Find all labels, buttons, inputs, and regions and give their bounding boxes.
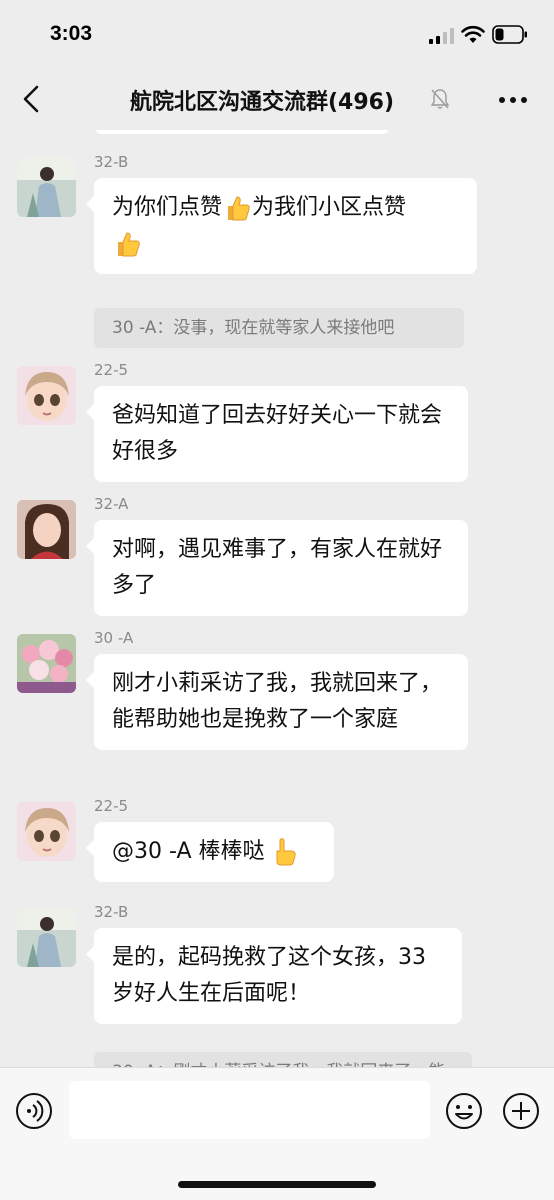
message-bubble[interactable]: 为你们点赞 为我们小区点赞 — [86, 178, 477, 274]
status-bar: 3:03 — [0, 0, 554, 70]
status-time: 3:03 — [50, 22, 93, 45]
message-bubble[interactable]: 是的，起码挽救了这个女孩，33岁好人生在后面呢！ — [86, 928, 462, 1024]
message-bubble[interactable]: 对啊，遇见难事了，有家人在就好多了 — [86, 520, 468, 616]
emoji-icon[interactable] — [445, 1092, 483, 1130]
wifi-icon — [461, 25, 485, 43]
message-bubble[interactable]: 爸妈知道了回去好好关心一下就会好很多 — [86, 386, 468, 482]
sender-name: 30 -A — [94, 629, 134, 647]
pointing-up-icon — [276, 838, 296, 866]
signal-icon — [429, 28, 454, 44]
thumbs-up-icon — [228, 196, 250, 221]
battery-icon — [492, 25, 527, 44]
quoted-message[interactable]: 30 -A：没事，现在就等家人来接他吧 — [94, 308, 464, 348]
sender-name: 32-B — [94, 153, 129, 171]
message-text: 刚才小莉采访了我，我就回来了，能帮助她也是挽救了一个家庭 — [112, 671, 443, 732]
message-input[interactable] — [69, 1081, 430, 1139]
message-bubble[interactable]: 刚才小莉采访了我，我就回来了，能帮助她也是挽救了一个家庭 — [86, 654, 468, 750]
thumbs-up-icon — [118, 232, 140, 257]
home-indicator — [178, 1181, 376, 1188]
avatar[interactable] — [17, 634, 76, 693]
message-text: 对啊，遇见难事了，有家人在就好多了 — [112, 537, 443, 598]
previous-message-bubble — [94, 130, 390, 134]
voice-icon[interactable] — [15, 1092, 53, 1130]
message-text: 为我们小区点赞 — [252, 195, 407, 220]
sender-name: 22-5 — [94, 797, 129, 815]
chat-list[interactable]: 32-B 为你们点赞 为我们小区点赞 30 -A：没事，现在就等家人来接他吧 22… — [0, 130, 554, 1067]
avatar[interactable] — [17, 908, 76, 967]
avatar[interactable] — [17, 158, 76, 217]
message-text: @30 -A 棒棒哒 — [112, 839, 265, 864]
sender-name: 22-5 — [94, 361, 129, 379]
nav-bar: 航院北区沟通交流群(496) — [0, 70, 554, 130]
sender-name: 32-A — [94, 495, 129, 513]
quoted-message[interactable]: 30 -A：刚才小莉采访了我，我就回来了，能帮助她也是挽救了一个家庭 — [94, 1052, 472, 1067]
message-text: 爸妈知道了回去好好关心一下就会好很多 — [112, 403, 443, 464]
mute-icon — [430, 89, 450, 109]
group-title: 航院北区沟通交流群(496) — [129, 90, 395, 115]
message-text: 是的，起码挽救了这个女孩，33岁好人生在后面呢！ — [112, 945, 426, 1006]
avatar[interactable] — [17, 500, 76, 559]
message-text: 为你们点赞 — [112, 195, 223, 220]
avatar[interactable] — [17, 366, 76, 425]
sender-name: 32-B — [94, 903, 129, 921]
avatar[interactable] — [17, 802, 76, 861]
message-bubble[interactable]: @30 -A 棒棒哒 — [86, 822, 334, 882]
more-icon[interactable] — [498, 96, 528, 104]
plus-icon[interactable] — [502, 1092, 540, 1130]
